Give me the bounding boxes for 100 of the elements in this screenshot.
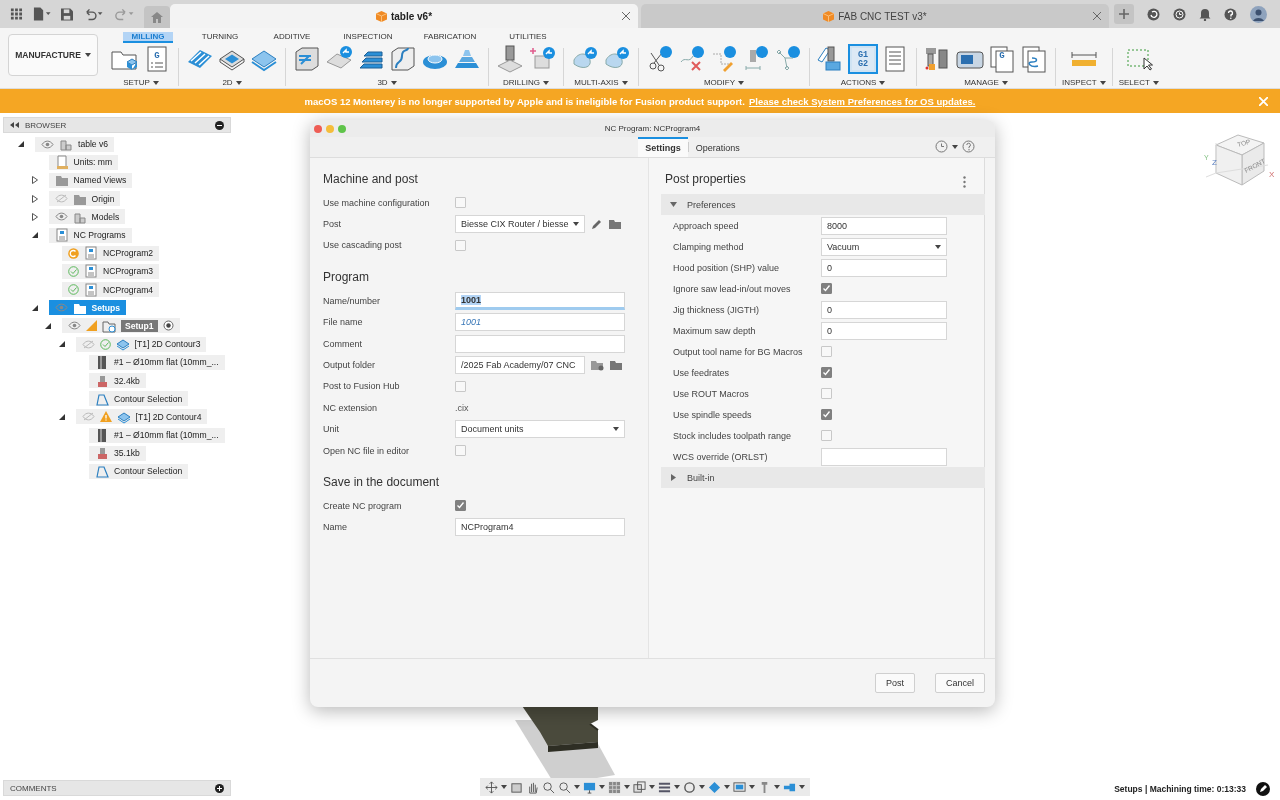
tree-item[interactable]: Units: mm [48, 154, 119, 170]
history-icon[interactable] [935, 140, 948, 153]
close-window-icon[interactable] [314, 124, 322, 133]
box-lines-icon[interactable] [292, 44, 322, 74]
text-field[interactable]: 0 [821, 300, 947, 319]
text-field[interactable]: 1001 [455, 291, 625, 310]
eye-icon[interactable] [41, 139, 54, 149]
ribbon-group-button[interactable]: SETUP [123, 78, 159, 87]
checkbox[interactable] [821, 430, 832, 441]
wave-box-icon[interactable] [388, 44, 418, 74]
checkbox[interactable] [455, 380, 466, 392]
post-button[interactable]: Post [874, 673, 915, 693]
pages-icon[interactable] [1019, 44, 1049, 74]
folder-icon[interactable] [609, 218, 622, 230]
redo-icon[interactable] [113, 7, 135, 21]
ribbon-group-button[interactable]: MODIFY [703, 78, 745, 87]
tree-item[interactable]: [T1] 2D Contour4 [75, 409, 208, 425]
checkbox[interactable] [455, 500, 466, 512]
orbit-icon[interactable] [683, 780, 696, 794]
panel-icon[interactable] [510, 780, 523, 794]
dialog-tab[interactable]: Settings [638, 137, 688, 157]
tree-item[interactable]: NCProgram4 [62, 282, 160, 298]
tree-item[interactable]: Setup1 [62, 318, 180, 334]
screen-icon[interactable] [733, 780, 746, 794]
ribbon-group-button[interactable]: 2D [222, 78, 242, 87]
text-field[interactable] [821, 447, 947, 466]
collapse-panel-icon[interactable] [10, 122, 19, 128]
document-tab[interactable]: table v6* [170, 4, 638, 28]
group-header[interactable]: Built-in [661, 467, 985, 488]
ribbon-tab[interactable]: ADDITIVE [267, 32, 317, 43]
help-icon[interactable] [1224, 7, 1237, 21]
expand-icon[interactable] [30, 194, 39, 203]
text-field[interactable]: 0 [821, 258, 947, 277]
eye-icon[interactable] [54, 212, 68, 222]
monitor-icon[interactable] [583, 780, 596, 794]
sync-icon[interactable] [1147, 7, 1160, 21]
collapse-icon[interactable] [17, 140, 25, 149]
expand-icon[interactable] [30, 212, 39, 221]
text-field[interactable]: 1001 [455, 313, 625, 332]
zoom-icon[interactable] [558, 780, 571, 794]
grid-icon[interactable] [608, 780, 621, 794]
zoom-icon[interactable] [542, 780, 555, 794]
zoom-window-icon[interactable] [338, 124, 346, 133]
pencil-icon[interactable] [591, 218, 603, 231]
ribbon-tab[interactable]: FABRICATION [419, 32, 481, 43]
ribbon-group-button[interactable]: SELECT [1118, 78, 1159, 87]
text-field[interactable]: /2025 Fab Academy/07 CNC [455, 356, 585, 375]
tree-item[interactable]: #1 – Ø10mm flat (10mm_... [89, 427, 225, 443]
tree-item[interactable]: Origin [48, 191, 121, 207]
grid-icon[interactable] [10, 7, 23, 21]
radio-icon[interactable] [162, 320, 174, 332]
tree-item[interactable]: 35.1kb [89, 445, 146, 461]
collapse-icon[interactable] [57, 340, 66, 349]
tree-item[interactable]: Models [48, 209, 126, 225]
diamond-icon[interactable] [708, 780, 721, 794]
ribbon-group-button[interactable]: DRILLING [503, 78, 549, 87]
layers-icon[interactable] [658, 780, 671, 794]
checkbox[interactable] [821, 346, 832, 357]
boxes-icon[interactable] [633, 780, 646, 794]
drill-icon[interactable] [495, 44, 525, 74]
text-field[interactable] [455, 334, 625, 353]
checkbox[interactable] [455, 197, 466, 209]
save-icon[interactable] [61, 7, 74, 21]
close-icon[interactable] [1093, 12, 1101, 20]
document-tab[interactable]: FAB CNC TEST v3* [641, 4, 1109, 28]
tree-item[interactable]: Named Views [48, 172, 133, 188]
undo-icon[interactable] [83, 7, 104, 21]
checkbox[interactable] [821, 409, 832, 420]
folder-icon[interactable] [610, 359, 623, 371]
ribbon-group-button[interactable]: 3D [377, 78, 397, 87]
dropdown[interactable]: Vacuum [821, 237, 947, 256]
collapse-icon[interactable] [30, 303, 39, 312]
bell-icon[interactable] [1199, 7, 1211, 21]
collapse-icon[interactable] [44, 321, 52, 330]
code-card-icon[interactable]: G1 G2 [848, 44, 878, 74]
clock-icon[interactable] [1173, 7, 1186, 21]
group-header[interactable]: Preferences [661, 194, 985, 215]
collapse-icon[interactable] [30, 231, 39, 240]
hand-icon[interactable] [526, 780, 539, 794]
eye-icon[interactable] [68, 321, 81, 331]
tree-item[interactable]: table v6 [35, 136, 115, 152]
checkbox[interactable] [821, 388, 832, 399]
pen-icon[interactable] [1256, 782, 1270, 796]
ribbon-tab[interactable]: INSPECTION [339, 32, 397, 43]
home-icon[interactable] [151, 11, 164, 23]
plus-icon[interactable] [1119, 9, 1129, 19]
cancel-button[interactable]: Cancel [935, 673, 985, 693]
tree-item[interactable]: Contour Selection [89, 391, 189, 407]
checkbox[interactable] [821, 367, 832, 378]
tree-item[interactable]: 32.4kb [89, 373, 146, 389]
folder-gear-icon[interactable] [591, 359, 604, 371]
tree-item[interactable]: Contour Selection [89, 463, 189, 479]
move-icon[interactable] [485, 780, 498, 794]
tree-item[interactable]: NC Programs [48, 227, 132, 243]
checkbox[interactable] [821, 283, 832, 294]
ribbon-group-button[interactable]: MANAGE [964, 78, 1008, 87]
new-tab-button[interactable] [1114, 4, 1134, 24]
expand-icon[interactable] [30, 176, 39, 185]
ribbon-group-button[interactable]: MULTI-AXIS [574, 78, 628, 87]
tree-item[interactable]: NCProgram2 [62, 245, 160, 261]
